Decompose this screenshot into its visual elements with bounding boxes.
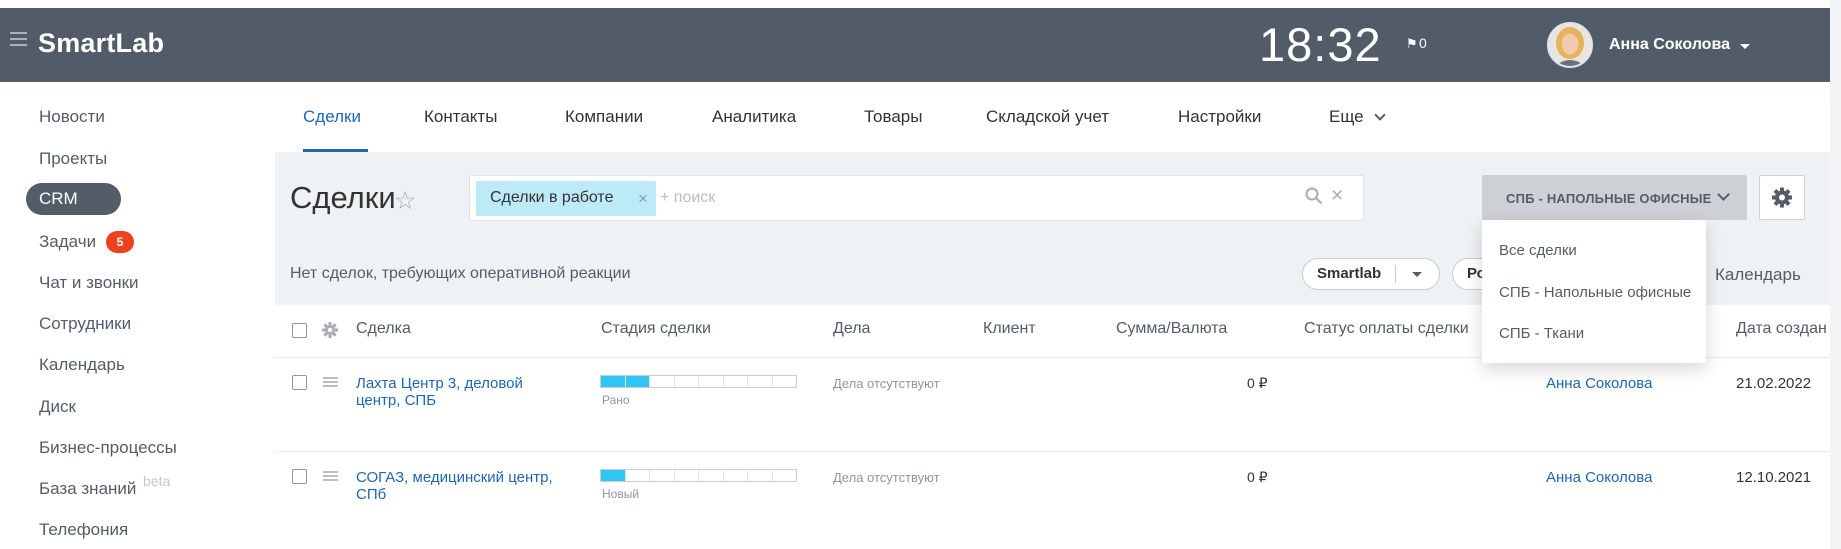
stage-progress-bar[interactable]	[600, 469, 797, 482]
stage-segment[interactable]	[675, 376, 699, 387]
created-date-cell: 12.10.2021	[1736, 469, 1812, 486]
dropdown-item-all-deals[interactable]: Все сделки	[1499, 242, 1577, 259]
search-icon[interactable]	[1305, 187, 1323, 205]
tasks-cell: Дела отсутствуют	[833, 376, 940, 391]
chevron-down-icon[interactable]	[1412, 272, 1422, 277]
tab-analytics[interactable]: Аналитика	[712, 107, 796, 127]
stage-segment[interactable]	[699, 470, 724, 481]
row-checkbox[interactable]	[292, 469, 307, 484]
deal-title-line[interactable]: Лахта Центр 3, деловой	[356, 375, 523, 392]
deal-title-line[interactable]: СПб	[356, 486, 386, 503]
tab-companies[interactable]: Компании	[565, 107, 643, 127]
flag-icon[interactable]: ⚑	[1406, 36, 1418, 52]
app-logo[interactable]: SmartLab	[38, 28, 164, 59]
sidebar-item-telephony[interactable]: Телефония	[39, 520, 128, 540]
page-title: Сделки	[290, 180, 396, 215]
deal-title-link[interactable]: Лахта Центр 3, деловой центр, СПБ	[356, 375, 561, 409]
user-name[interactable]: Анна Соколова	[1609, 36, 1730, 54]
filter-chip-label[interactable]: Сделки в работе	[490, 189, 613, 207]
column-header-amount[interactable]: Сумма/Валюта	[1116, 320, 1227, 338]
chevron-down-icon[interactable]	[1740, 44, 1750, 49]
tab-warehouse[interactable]: Складской учет	[986, 107, 1109, 127]
dropdown-item-spb-fabrics[interactable]: СПБ - Ткани	[1499, 325, 1584, 342]
no-urgent-deals-text: Нет сделок, требующих оперативной реакци…	[290, 265, 631, 282]
select-all-checkbox[interactable]	[292, 323, 307, 338]
stage-label: Новый	[602, 487, 640, 501]
sidebar-item-projects[interactable]: Проекты	[39, 149, 107, 169]
deal-title-line[interactable]: центр, СПБ	[356, 392, 436, 409]
responsible-user-link[interactable]: Анна Соколова	[1546, 375, 1652, 392]
column-header-created-date[interactable]: Дата создан	[1736, 320, 1827, 338]
divider	[1395, 265, 1396, 283]
drag-handle-icon[interactable]	[323, 471, 338, 482]
sidebar-item-knowledge-base[interactable]: База знаний	[39, 479, 136, 499]
stage-segment[interactable]	[626, 470, 650, 481]
clear-search-icon[interactable]: ×	[1331, 184, 1343, 208]
menu-icon[interactable]	[10, 32, 27, 46]
active-tab-indicator	[303, 149, 368, 152]
sidebar-item-business-processes[interactable]: Бизнес-процессы	[39, 438, 177, 458]
scrollbar[interactable]	[1830, 0, 1841, 549]
row-checkbox[interactable]	[292, 375, 307, 390]
stage-segment[interactable]	[724, 470, 748, 481]
column-header-tasks[interactable]: Дела	[833, 320, 870, 338]
stage-segment[interactable]	[650, 470, 675, 481]
deal-title-line[interactable]: СОГАЗ, медицинский центр,	[356, 469, 553, 486]
tasks-count-badge: 5	[106, 231, 134, 253]
divider	[275, 451, 1841, 452]
clock[interactable]: 18:32	[1259, 17, 1382, 72]
stage-segment[interactable]	[650, 376, 675, 387]
stage-progress-bar[interactable]	[600, 375, 797, 388]
star-icon[interactable]: ☆	[394, 186, 416, 216]
tab-products[interactable]: Товары	[864, 107, 922, 127]
tab-more[interactable]: Еще	[1329, 107, 1364, 127]
stage-segment[interactable]	[773, 470, 797, 481]
avatar[interactable]	[1547, 22, 1593, 68]
column-header-deal[interactable]: Сделка	[356, 320, 411, 338]
responsible-user-link[interactable]: Анна Соколова	[1546, 469, 1652, 486]
sidebar-item-chat[interactable]: Чат и звонки	[39, 273, 139, 293]
created-date-cell: 21.02.2022	[1736, 375, 1812, 392]
beta-tag: beta	[143, 473, 171, 489]
stage-segment[interactable]	[601, 470, 626, 481]
window-top-strip	[0, 0, 1841, 8]
column-header-payment-status[interactable]: Статус оплаты сделки	[1304, 320, 1469, 338]
stage-segment[interactable]	[625, 376, 650, 387]
search-input[interactable]	[660, 183, 1300, 213]
stage-segment[interactable]	[773, 376, 797, 387]
amount-cell: 0 ₽	[1247, 469, 1268, 485]
sidebar-item-tasks[interactable]: Задачи	[39, 232, 96, 252]
column-header-client[interactable]: Клиент	[983, 320, 1036, 338]
sidebar-item-employees[interactable]: Сотрудники	[39, 314, 131, 334]
gear-icon[interactable]	[321, 321, 339, 344]
notifications-count[interactable]: 0	[1419, 35, 1427, 51]
sidebar-item-crm[interactable]: CRM	[26, 183, 121, 215]
sidebar-item-disk[interactable]: Диск	[39, 397, 76, 417]
dropdown-item-spb-floor-office[interactable]: СПБ - Напольные офисные	[1499, 284, 1691, 301]
stage-segment[interactable]	[675, 470, 699, 481]
tab-settings[interactable]: Настройки	[1178, 107, 1261, 127]
deal-title-link[interactable]: СОГАЗ, медицинский центр, СПб	[356, 469, 561, 503]
tasks-cell: Дела отсутствуют	[833, 470, 940, 485]
sidebar-item-news[interactable]: Новости	[39, 107, 105, 127]
column-header-stage[interactable]: Стадия сделки	[601, 320, 711, 338]
stage-segment[interactable]	[601, 376, 626, 387]
gear-icon[interactable]	[1760, 176, 1804, 219]
stage-segment[interactable]	[748, 470, 773, 481]
calendar-view-link[interactable]: Календарь	[1715, 265, 1801, 285]
sidebar-item-calendar[interactable]: Календарь	[39, 355, 125, 375]
stage-segment[interactable]	[724, 376, 748, 387]
tab-deals[interactable]: Сделки	[303, 107, 361, 127]
drag-handle-icon[interactable]	[323, 377, 338, 388]
smartlab-filter-label[interactable]: Smartlab	[1317, 265, 1381, 282]
stage-segment[interactable]	[699, 376, 724, 387]
tab-contacts[interactable]: Контакты	[424, 107, 497, 127]
stage-label: Рано	[602, 393, 630, 407]
settings-button[interactable]	[1759, 175, 1805, 220]
close-icon[interactable]: ×	[638, 189, 648, 209]
amount-cell: 0 ₽	[1247, 375, 1268, 391]
category-select-label[interactable]: СПБ - НАПОЛЬНЫЕ ОФИСНЫЕ	[1506, 191, 1712, 206]
stage-segment[interactable]	[748, 376, 773, 387]
